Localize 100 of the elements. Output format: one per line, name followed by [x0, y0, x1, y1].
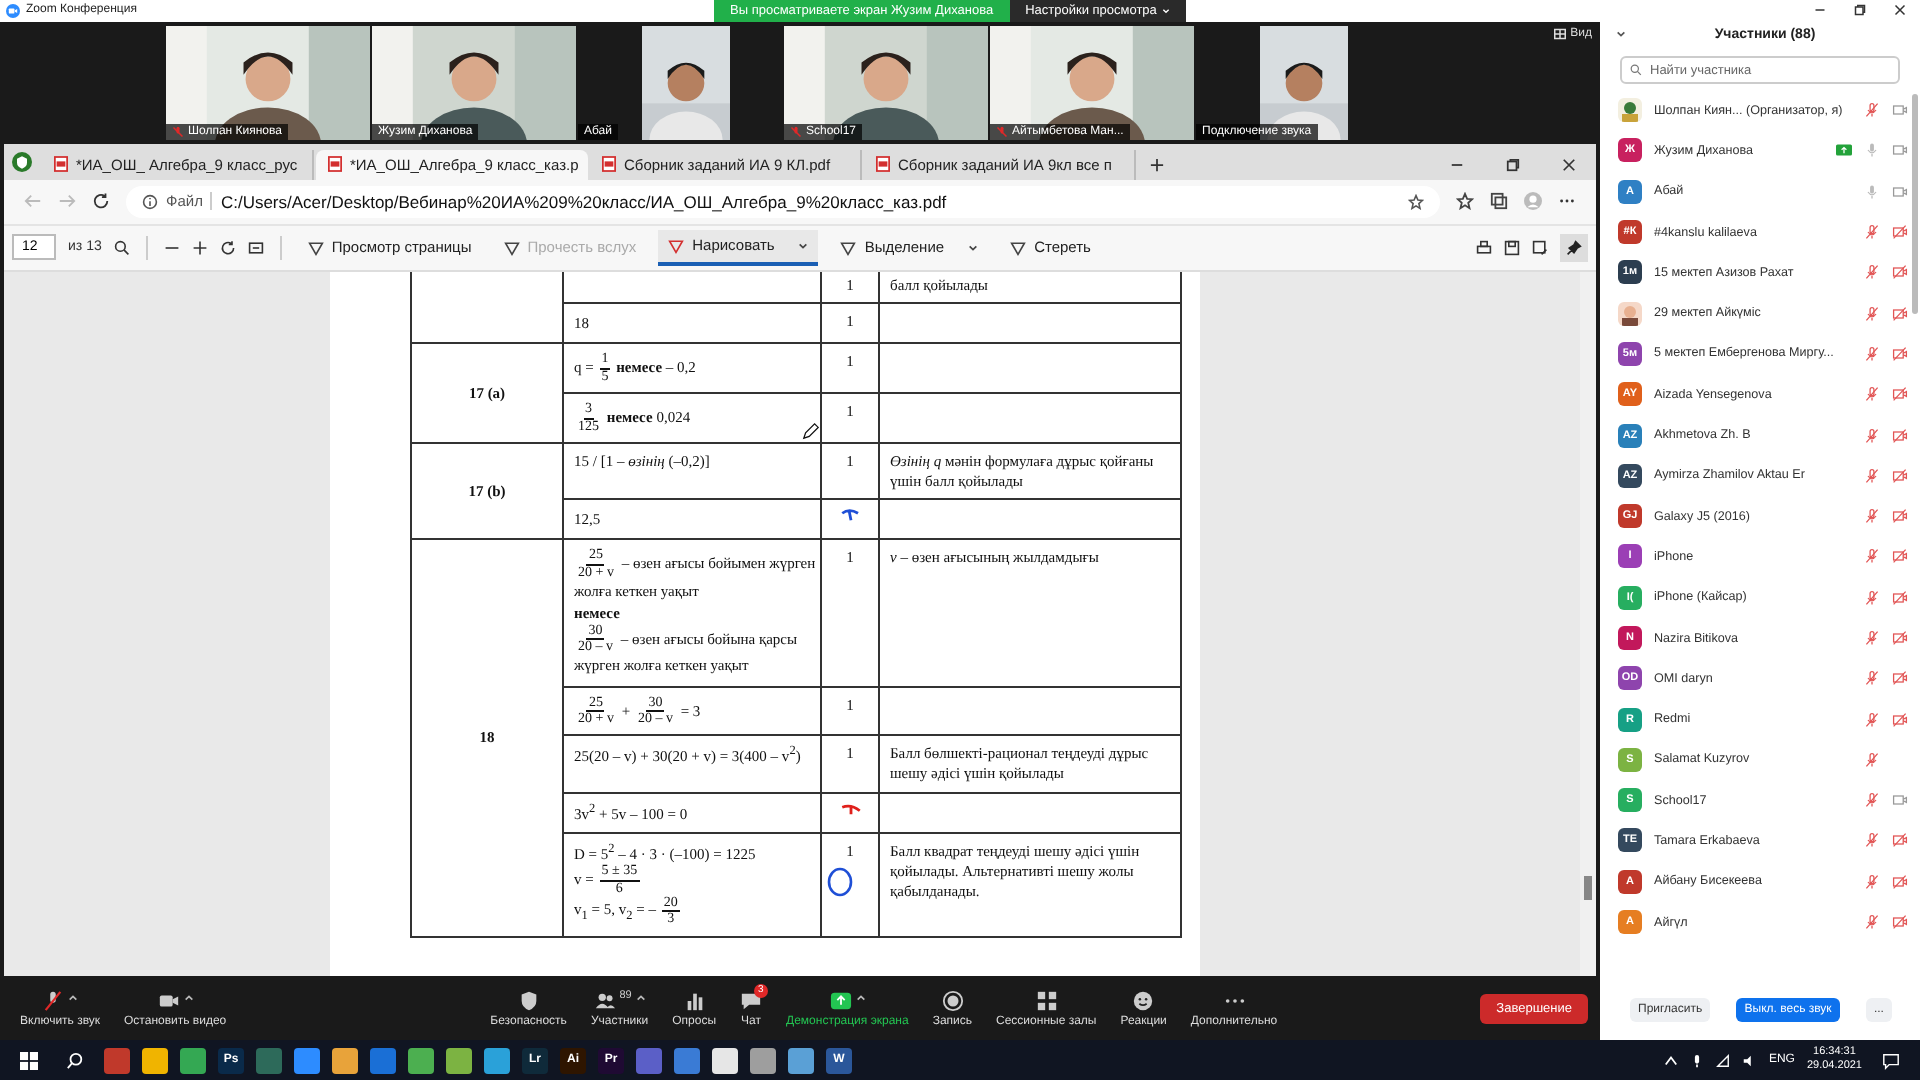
mic-muted-icon[interactable]	[1864, 751, 1880, 768]
video-off-icon[interactable]	[1892, 264, 1908, 281]
mic-muted-icon[interactable]	[1864, 792, 1880, 809]
app-icon[interactable]	[484, 1047, 510, 1073]
scrollbar-thumb[interactable]	[1912, 94, 1918, 314]
video-off-icon[interactable]	[1892, 589, 1908, 606]
close-icon[interactable]	[1562, 157, 1576, 172]
caret-icon	[68, 993, 78, 1002]
video-off-icon[interactable]	[1892, 427, 1908, 444]
avatar-icon[interactable]	[1524, 192, 1542, 211]
app-icon[interactable]	[180, 1047, 206, 1073]
app-icon[interactable]	[788, 1047, 814, 1073]
zoom-in-icon[interactable]	[191, 239, 208, 256]
url-text: C:/Users/Acer/Desktop/Вебинар%20ИА%209%20класс/ИА_ОШ_Алгебра_9%20класс_каз.pdf	[220, 191, 947, 212]
rooms-icon	[1035, 989, 1058, 1012]
video-off-icon[interactable]	[1892, 914, 1908, 931]
network-icon[interactable]	[1716, 1053, 1731, 1067]
people-icon	[593, 989, 616, 1012]
star-icon[interactable]	[1408, 193, 1424, 210]
mic-muted-icon[interactable]	[1864, 711, 1880, 728]
mic-muted-icon[interactable]	[1864, 102, 1880, 119]
tool-icon	[307, 239, 324, 256]
video-off-icon[interactable]	[1892, 345, 1908, 362]
notifications-icon[interactable]	[1882, 1051, 1900, 1069]
mic-muted-icon[interactable]	[1864, 589, 1880, 606]
pdf-icon	[54, 156, 68, 173]
video-off-icon[interactable]	[1892, 873, 1908, 890]
caret-icon	[1162, 8, 1171, 14]
info-icon	[142, 193, 158, 210]
video-camera-icon[interactable]	[1892, 183, 1908, 200]
search-icon[interactable]	[113, 239, 130, 256]
app-icon[interactable]	[408, 1047, 434, 1073]
mic-muted-icon[interactable]	[1864, 427, 1880, 444]
microphone-icon[interactable]	[1690, 1053, 1705, 1067]
caret-icon	[798, 241, 809, 250]
mic-muted-icon[interactable]	[1864, 548, 1880, 565]
mic-muted-icon[interactable]	[1864, 467, 1880, 484]
search-icon[interactable]	[66, 1051, 84, 1069]
pin-icon[interactable]	[1560, 233, 1588, 262]
video-camera-icon[interactable]	[1892, 142, 1908, 159]
chevron-up-icon[interactable]	[1664, 1053, 1679, 1067]
restore-icon[interactable]	[1854, 4, 1866, 16]
pencil-cursor-icon	[802, 421, 820, 440]
bar-chart-icon	[683, 989, 706, 1012]
tool-icon	[668, 237, 685, 254]
app-icon[interactable]	[142, 1047, 168, 1073]
caret-icon	[635, 993, 646, 1002]
mic-muted-icon[interactable]	[1864, 873, 1880, 890]
pdf-icon	[328, 156, 342, 173]
app-icon[interactable]	[446, 1047, 472, 1073]
video-off-icon[interactable]	[1892, 548, 1908, 565]
video-camera-icon[interactable]	[1892, 792, 1908, 809]
mic-muted-icon[interactable]	[1864, 264, 1880, 281]
app-icon[interactable]	[332, 1047, 358, 1073]
video-off-icon[interactable]	[1892, 467, 1908, 484]
tool-icon	[840, 239, 857, 256]
collections-icon[interactable]	[1490, 192, 1508, 211]
refresh-icon[interactable]	[92, 192, 110, 211]
mic-muted-icon[interactable]	[1864, 305, 1880, 322]
mic-muted-icon	[172, 125, 184, 138]
video-off-icon[interactable]	[1892, 224, 1908, 241]
new-tab-icon[interactable]	[1150, 157, 1164, 172]
caret-icon	[183, 993, 194, 1002]
mic-muted-icon[interactable]	[1864, 630, 1880, 646]
save-icon[interactable]	[1504, 239, 1520, 256]
video-camera-icon[interactable]	[1892, 102, 1908, 119]
windows-start-icon[interactable]	[20, 1051, 38, 1069]
close-icon[interactable]	[1894, 4, 1906, 16]
video-off-icon[interactable]	[1892, 711, 1908, 728]
video-off-icon[interactable]	[1892, 508, 1908, 525]
video-off-icon[interactable]	[1892, 305, 1908, 322]
shield-icon	[517, 989, 540, 1012]
rotate-icon[interactable]	[219, 239, 236, 256]
speaker-icon[interactable]	[1742, 1053, 1757, 1067]
video-off-icon[interactable]	[1892, 386, 1908, 403]
grid-icon	[1554, 27, 1567, 40]
favorites-icon[interactable]	[1456, 192, 1474, 211]
mic-muted-icon[interactable]	[1864, 670, 1880, 687]
pdf-icon	[602, 156, 616, 173]
mic-muted-icon[interactable]	[1864, 832, 1880, 849]
collapse-icon[interactable]	[1616, 30, 1626, 38]
video-off-icon[interactable]	[1892, 832, 1908, 849]
mic-muted-icon[interactable]	[1864, 386, 1880, 403]
restore-icon[interactable]	[1506, 157, 1520, 172]
minimize-icon[interactable]	[1814, 4, 1826, 16]
mic-muted-icon[interactable]	[1864, 914, 1880, 931]
fit-page-icon[interactable]	[247, 239, 264, 256]
video-off-icon[interactable]	[1892, 670, 1908, 687]
smiley-icon	[1132, 989, 1155, 1012]
app-icon[interactable]	[712, 1047, 738, 1073]
mic-muted-icon[interactable]	[1864, 345, 1880, 362]
record-icon	[941, 989, 964, 1012]
mic-muted-icon[interactable]	[1864, 508, 1880, 525]
scrollbar-thumb[interactable]	[1584, 875, 1592, 900]
video-off-icon[interactable]	[1892, 630, 1908, 646]
print-icon[interactable]	[1476, 239, 1492, 256]
save-as-icon[interactable]	[1532, 239, 1548, 256]
app-icon[interactable]	[750, 1047, 776, 1073]
mic-muted-icon[interactable]	[1864, 224, 1880, 241]
profile-icon[interactable]	[12, 151, 32, 172]
